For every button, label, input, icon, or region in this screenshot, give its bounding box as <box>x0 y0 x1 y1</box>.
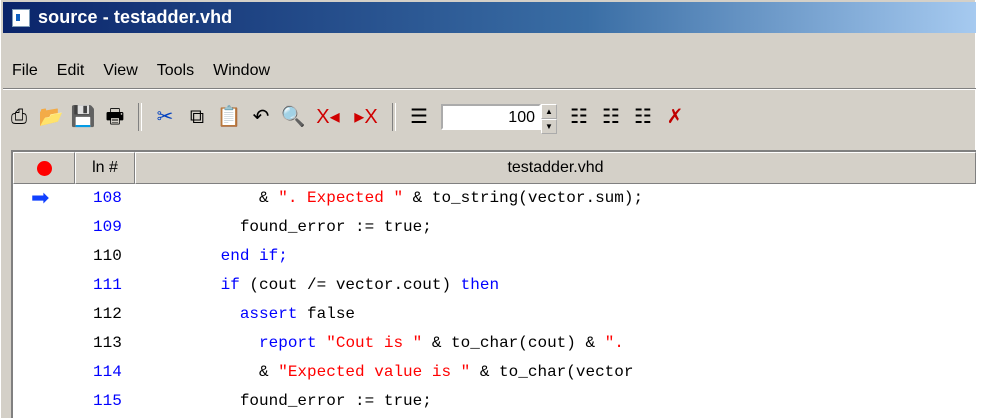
code-line[interactable]: 109 found_error := true; <box>13 213 976 242</box>
line-number[interactable]: 110 <box>93 242 122 271</box>
code-token: & to_char(cout) & <box>422 334 605 352</box>
line-number[interactable]: 115 <box>93 387 122 416</box>
code-token: (cout /= vector.cout) <box>239 276 461 294</box>
line-icon-2[interactable]: ☷ <box>597 103 625 131</box>
current-line-arrow-icon: ➡ <box>31 186 50 211</box>
menu-bar: File Edit View Tools Window <box>3 56 976 86</box>
line-top-icon[interactable]: ☰ <box>405 103 433 131</box>
code-token: & to_char(vector <box>470 363 634 381</box>
code-line[interactable]: 115 found_error := true; <box>13 387 976 416</box>
next-bookmark-icon[interactable]: ▸X <box>349 103 383 131</box>
code-text: report "Cout is " & to_char(cout) & ". <box>163 329 624 358</box>
line-number[interactable]: 109 <box>93 213 122 242</box>
code-text: end if; <box>163 242 288 271</box>
line-icon-3[interactable]: ☷ <box>629 103 657 131</box>
spinner-up-icon[interactable]: ▲ <box>541 104 557 119</box>
app-icon[interactable] <box>12 8 30 27</box>
line-number[interactable]: 108 <box>93 184 122 213</box>
keyword-token: end if; <box>220 247 288 265</box>
string-token: "Expected value is " <box>278 363 471 381</box>
toolbar: ⎙ 📂 💾 🖶 ✂ ⧉ 📋 ↶ 🔍 X◂ ▸X ☰ ▲ ▼ ☷ ☷ ☷ ✗ <box>3 92 976 142</box>
keyword-token: then <box>460 276 500 294</box>
string-token: ". Expected " <box>278 189 404 207</box>
prev-bookmark-icon[interactable]: X◂ <box>311 103 345 131</box>
cut-icon[interactable]: ✂ <box>151 103 179 131</box>
toolbar-separator <box>138 103 142 131</box>
save-icon[interactable]: 💾 <box>69 103 97 131</box>
code-token: & <box>259 189 279 207</box>
menu-tools[interactable]: Tools <box>148 62 204 80</box>
keyword-token: report <box>259 334 317 352</box>
toolbar-separator <box>392 103 396 131</box>
code-text: found_error := true; <box>163 213 432 242</box>
code-text: & ". Expected " & to_string(vector.sum); <box>163 184 643 213</box>
line-icon-1[interactable]: ☷ <box>565 103 593 131</box>
breakpoint-column-header[interactable] <box>13 152 75 184</box>
keyword-token: if <box>220 276 240 294</box>
menu-edit[interactable]: Edit <box>48 62 95 80</box>
code-token: false <box>297 305 356 323</box>
find-icon[interactable]: 🔍 <box>279 103 307 131</box>
clear-icon[interactable]: ✗ <box>661 103 689 131</box>
code-text: assert false <box>163 300 355 329</box>
menu-file[interactable]: File <box>3 62 48 80</box>
code-line[interactable]: ➡ 108 & ". Expected " & to_string(vector.… <box>13 184 976 213</box>
code-line[interactable]: 113 report "Cout is " & to_char(cout) & … <box>13 329 976 358</box>
code-area[interactable]: ➡ 108 & ". Expected " & to_string(vector.… <box>13 184 976 420</box>
undo-icon[interactable]: ↶ <box>247 103 275 131</box>
zoom-input[interactable] <box>441 104 541 130</box>
zoom-spinner[interactable]: ▲ ▼ <box>541 104 557 134</box>
line-number[interactable]: 112 <box>93 300 122 329</box>
window-title: source - testadder.vhd <box>38 7 233 27</box>
source-window: source - testadder.vhd File Edit View To… <box>0 0 976 418</box>
code-text: & "Expected value is " & to_char(vector <box>163 358 633 387</box>
open-folder-icon[interactable]: 📂 <box>37 103 65 131</box>
editor-header: ln # testadder.vhd <box>13 152 976 184</box>
compile-icon[interactable]: ⎙ <box>5 103 33 131</box>
file-name-header[interactable]: testadder.vhd <box>135 152 976 184</box>
string-token: ". <box>604 334 624 352</box>
code-token: found_error := true; <box>239 392 432 410</box>
code-token: & to_string(vector.sum); <box>403 189 644 207</box>
spinner-down-icon[interactable]: ▼ <box>541 119 557 134</box>
line-number-header[interactable]: ln # <box>75 152 135 184</box>
keyword-token: assert <box>239 305 298 323</box>
code-line[interactable]: 110 end if; <box>13 242 976 271</box>
source-editor: ln # testadder.vhd ➡ 108 & ". Expected " … <box>11 150 976 418</box>
code-line[interactable]: 112 assert false <box>13 300 976 329</box>
code-text: found_error := true; <box>163 387 432 416</box>
line-number[interactable]: 113 <box>93 329 122 358</box>
code-text: if (cout /= vector.cout) then <box>163 271 499 300</box>
code-line[interactable]: 111 if (cout /= vector.cout) then <box>13 271 976 300</box>
code-line[interactable]: 114 & "Expected value is " & to_char(vec… <box>13 358 976 387</box>
menu-window[interactable]: Window <box>204 62 280 80</box>
line-number[interactable]: 111 <box>93 271 122 300</box>
code-token: found_error := true; <box>239 218 432 236</box>
title-bar[interactable]: source - testadder.vhd <box>3 2 976 33</box>
code-token: & <box>259 363 279 381</box>
menu-divider <box>3 88 976 90</box>
string-token: "Cout is " <box>326 334 423 352</box>
paste-icon[interactable]: 📋 <box>215 103 243 131</box>
breakpoint-icon <box>36 160 52 176</box>
line-number[interactable]: 114 <box>93 358 122 387</box>
menu-view[interactable]: View <box>94 62 147 80</box>
print-icon[interactable]: 🖶 <box>101 103 129 131</box>
copy-icon[interactable]: ⧉ <box>183 103 211 131</box>
